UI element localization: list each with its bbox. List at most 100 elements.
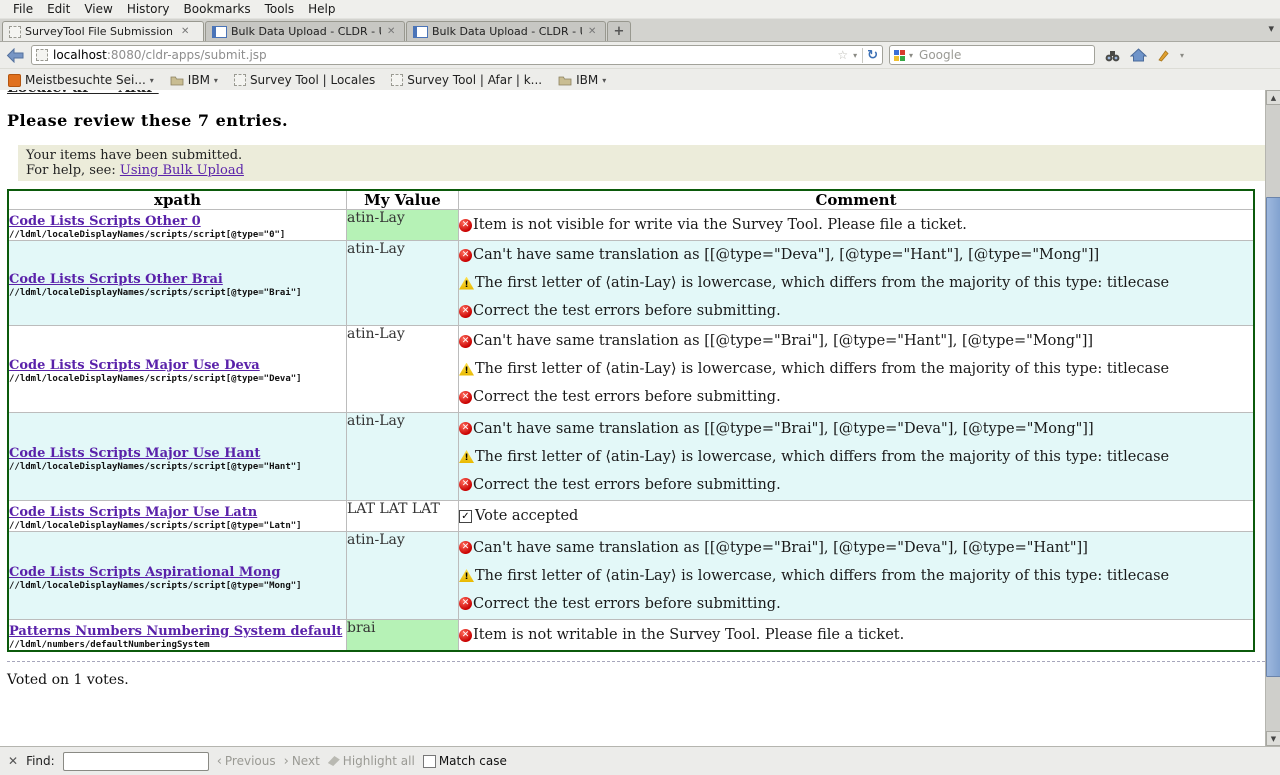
find-previous-button[interactable]: ‹Previous <box>217 754 276 769</box>
xpath-link[interactable]: Code Lists Scripts Aspirational Mong <box>9 566 280 580</box>
find-input[interactable] <box>63 752 209 771</box>
vertical-scrollbar[interactable]: ▲ ▼ <box>1265 90 1280 746</box>
bookmarks-toolbar: Meistbesuchte Sei... ▾ IBM ▾ Survey Tool… <box>0 69 1280 92</box>
xpath-link[interactable]: Code Lists Scripts Major Use Hant <box>9 447 260 461</box>
comment-text: Item is not writable in the Survey Tool.… <box>473 627 904 643</box>
url-dropdown-icon[interactable]: ▾ <box>853 51 857 60</box>
menu-tools[interactable]: Tools <box>258 1 302 17</box>
binoculars-icon[interactable] <box>1105 49 1120 62</box>
list-all-tabs-icon[interactable]: ▾ <box>1268 22 1274 35</box>
bookmark-folder-ibm-1[interactable]: IBM ▾ <box>170 73 218 87</box>
url-bar[interactable]: localhost:8080/cldr-apps/submit.jsp ☆ ▾ … <box>31 45 883 65</box>
comment-cell: Can't have same translation as [[@type="… <box>459 326 1255 413</box>
warning-icon <box>459 569 474 582</box>
new-tab-button[interactable]: + <box>607 21 631 41</box>
comment-text: Vote accepted <box>475 508 578 524</box>
bookmark-star-icon[interactable]: ☆ <box>837 48 848 62</box>
value-cell: atin-Lay <box>347 532 459 620</box>
search-engine-dropdown-icon[interactable]: ▾ <box>909 51 913 60</box>
folder-icon <box>558 75 572 86</box>
column-header-comment: Comment <box>459 190 1255 210</box>
back-button[interactable] <box>6 48 25 63</box>
toolbar-overflow-icon[interactable]: ▾ <box>1180 51 1184 60</box>
xpath-text: //ldml/numbers/defaultNumberingSystem <box>9 640 346 650</box>
navigation-toolbar: localhost:8080/cldr-apps/submit.jsp ☆ ▾ … <box>0 42 1280 69</box>
scroll-down-icon[interactable]: ▼ <box>1266 731 1280 746</box>
chevron-down-icon: ▾ <box>214 76 218 85</box>
tab-close-icon[interactable]: ✕ <box>385 26 395 37</box>
notice-line-1: Your items have been submitted. <box>26 148 1262 163</box>
comment-text: Can't have same translation as [[@type="… <box>473 247 1099 263</box>
match-case-checkbox[interactable]: Match case <box>423 754 507 768</box>
find-label: Find: <box>26 754 55 768</box>
tab-bulk-data-upload-1[interactable]: Bulk Data Upload - CLDR - Un... ✕ <box>205 21 405 41</box>
tab-bar: SurveyTool File Submission | ... ✕ Bulk … <box>0 19 1280 42</box>
xpath-link[interactable]: Code Lists Scripts Major Use Deva <box>9 359 260 373</box>
scroll-up-icon[interactable]: ▲ <box>1266 90 1280 105</box>
checkbox-unchecked-icon <box>423 755 436 768</box>
previous-arrow-icon: ‹ <box>217 754 222 769</box>
scrollbar-thumb[interactable] <box>1266 197 1280 677</box>
xpath-link[interactable]: Patterns Numbers Numbering System defaul… <box>9 625 342 639</box>
menu-history[interactable]: History <box>120 1 177 17</box>
menu-file[interactable]: File <box>6 1 40 17</box>
bookmark-label: IBM <box>188 73 210 87</box>
comment-cell: Can't have same translation as [[@type="… <box>459 413 1255 501</box>
comment-text: Can't have same translation as [[@type="… <box>473 540 1088 556</box>
tab-close-icon[interactable]: ✕ <box>179 26 189 37</box>
error-icon <box>459 541 472 554</box>
table-row: Code Lists Scripts Major Use Deva //ldml… <box>8 326 1254 413</box>
checkbox-checked-icon <box>459 510 472 523</box>
menu-bookmarks[interactable]: Bookmarks <box>177 1 258 17</box>
tab-surveytool-file-submission[interactable]: SurveyTool File Submission | ... ✕ <box>2 21 204 41</box>
find-close-icon[interactable]: ✕ <box>8 754 18 768</box>
find-bar: ✕ Find: ‹Previous ›Next Highlight all Ma… <box>0 746 1280 775</box>
tab-bulk-data-upload-2[interactable]: Bulk Data Upload - CLDR - Un... ✕ <box>406 21 606 41</box>
search-input[interactable] <box>917 47 1090 63</box>
menu-edit[interactable]: Edit <box>40 1 77 17</box>
bookmark-most-visited[interactable]: Meistbesuchte Sei... ▾ <box>8 73 154 87</box>
xpath-text: //ldml/localeDisplayNames/scripts/script… <box>9 374 346 384</box>
bookmark-survey-tool-locales[interactable]: Survey Tool | Locales <box>234 73 375 87</box>
find-next-button[interactable]: ›Next <box>284 754 320 769</box>
error-icon <box>459 597 472 610</box>
xpath-link[interactable]: Code Lists Scripts Major Use Latn <box>9 506 257 520</box>
cldr-favicon-icon <box>413 26 428 38</box>
reload-icon[interactable]: ↻ <box>862 48 878 63</box>
search-box[interactable]: ▾ <box>889 45 1095 65</box>
next-label: Next <box>292 754 320 768</box>
previous-label: Previous <box>225 754 276 768</box>
page-favicon-placeholder-icon <box>9 26 21 38</box>
value-text: atin-Lay <box>347 326 405 342</box>
comment-cell: Can't have same translation as [[@type="… <box>459 241 1255 326</box>
value-text: atin-Lay <box>347 241 405 257</box>
tab-title: Bulk Data Upload - CLDR - Un... <box>231 25 381 38</box>
xpath-link[interactable]: Code Lists Scripts Other 0 <box>9 215 201 229</box>
bookmark-folder-ibm-2[interactable]: IBM ▾ <box>558 73 606 87</box>
comment-text: Correct the test errors before submittin… <box>473 477 781 493</box>
comment-text: Item is not visible for write via the Su… <box>473 217 967 233</box>
home-icon[interactable] <box>1130 48 1147 62</box>
xpath-text: //ldml/localeDisplayNames/scripts/script… <box>9 521 346 531</box>
pen-icon[interactable] <box>1157 49 1170 62</box>
value-cell: atin-Lay <box>347 413 459 501</box>
xpath-link[interactable]: Code Lists Scripts Other Brai <box>9 273 223 287</box>
comment-text: Correct the test errors before submittin… <box>473 389 781 405</box>
value-cell: atin-Lay <box>347 326 459 413</box>
bookmark-label: Survey Tool | Locales <box>250 73 375 87</box>
comment-text: The first letter of ⟨atin-Lay⟩ is lowerc… <box>475 275 1169 291</box>
using-bulk-upload-link[interactable]: Using Bulk Upload <box>120 163 244 178</box>
highlight-all-button[interactable]: Highlight all <box>328 754 415 768</box>
xpath-text: //ldml/localeDisplayNames/scripts/script… <box>9 288 346 298</box>
xpath-text: //ldml/localeDisplayNames/scripts/script… <box>9 462 346 472</box>
menu-help[interactable]: Help <box>301 1 342 17</box>
bookmark-label: Survey Tool | Afar | k... <box>407 73 542 87</box>
table-row: Code Lists Scripts Other 0 //ldml/locale… <box>8 210 1254 241</box>
xpath-text: //ldml/localeDisplayNames/scripts/script… <box>9 230 346 240</box>
value-cell: brai <box>347 620 459 652</box>
tab-close-icon[interactable]: ✕ <box>586 26 596 37</box>
bookmark-survey-tool-afar[interactable]: Survey Tool | Afar | k... <box>391 73 542 87</box>
value-cell: LAT LAT LAT <box>347 501 459 532</box>
comment-cell: Vote accepted <box>459 501 1255 532</box>
menu-view[interactable]: View <box>77 1 119 17</box>
